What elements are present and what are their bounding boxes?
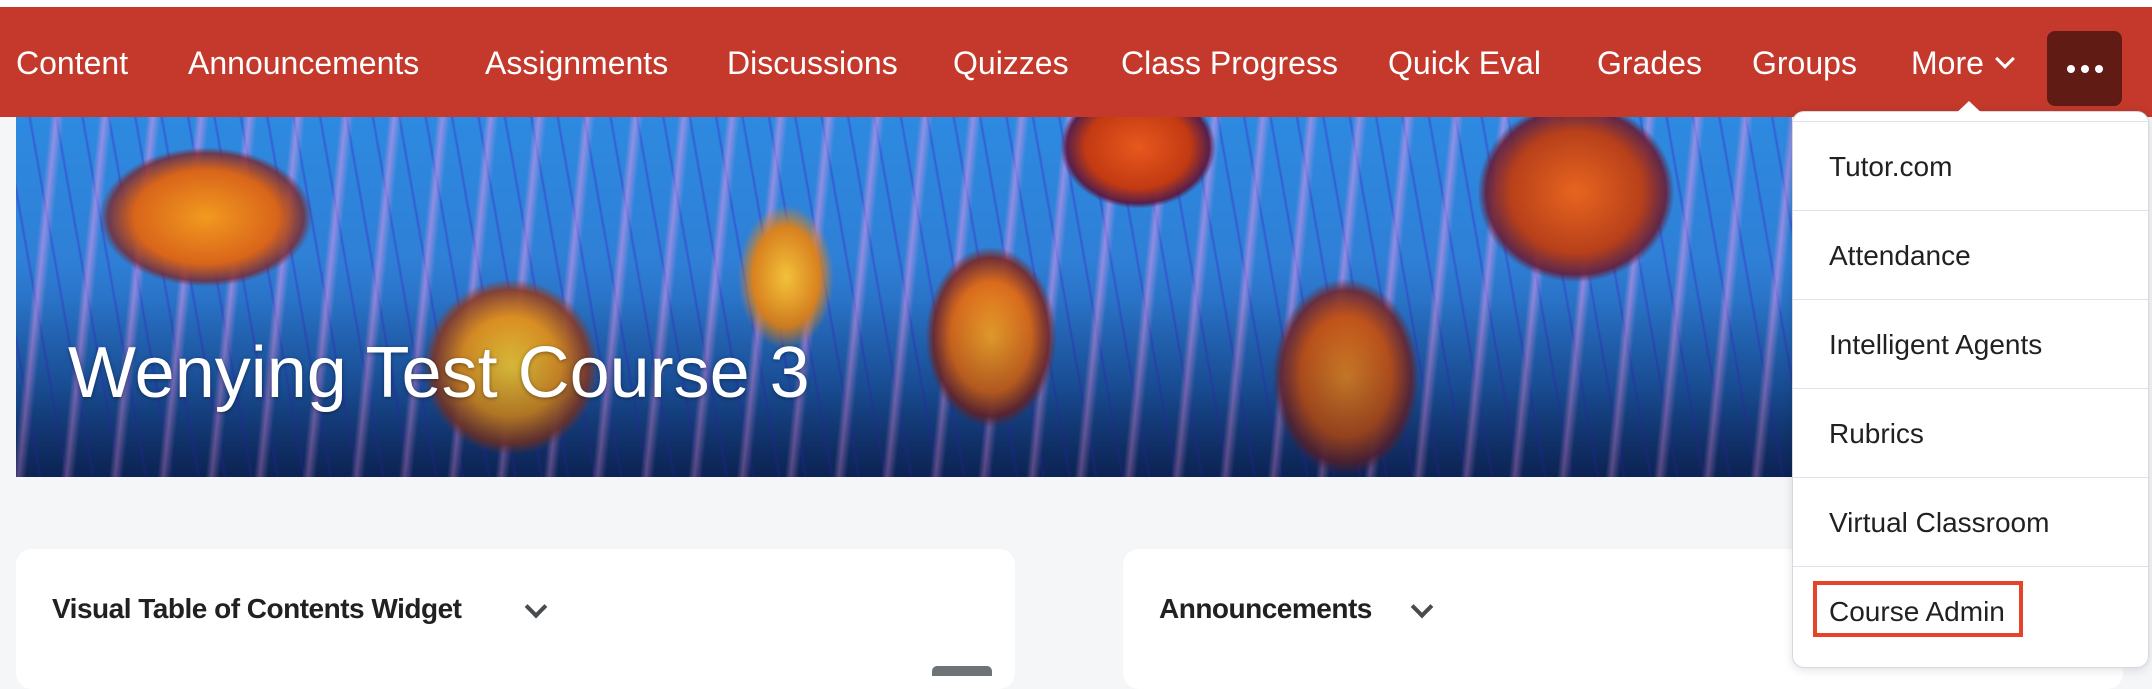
menu-list: Tutor.com Attendance Intelligent Agents … <box>1793 121 2148 656</box>
menu-item-tutor-com[interactable]: Tutor.com <box>1793 122 2148 211</box>
menu-item-course-admin[interactable]: Course Admin <box>1793 567 2148 656</box>
nav-announcements[interactable]: Announcements <box>188 7 419 117</box>
menu-item-label: Rubrics <box>1829 418 1924 449</box>
nav-groups[interactable]: Groups <box>1752 7 1857 117</box>
widget-action-button[interactable] <box>932 666 992 676</box>
chevron-down-icon <box>1995 49 2015 69</box>
ellipsis-dot-icon <box>2066 64 2075 73</box>
course-title: Wenying Test Course 3 <box>68 333 810 413</box>
course-banner-image: Wenying Test Course 3 <box>16 117 1792 477</box>
widget-title: Announcements <box>1159 593 1372 624</box>
nav-quizzes[interactable]: Quizzes <box>953 7 1069 117</box>
menu-item-label: Tutor.com <box>1829 151 1953 182</box>
more-dropdown-menu: Tutor.com Attendance Intelligent Agents … <box>1792 111 2149 668</box>
menu-item-label: Course Admin <box>1829 596 2005 627</box>
menu-item-attendance[interactable]: Attendance <box>1793 211 2148 300</box>
chevron-down-icon[interactable] <box>1410 595 1434 619</box>
nav-more-label: More <box>1911 45 1984 81</box>
course-navbar: Content Announcements Assignments Discus… <box>0 7 2152 117</box>
menu-item-rubrics[interactable]: Rubrics <box>1793 389 2148 478</box>
nav-content[interactable]: Content <box>16 7 128 117</box>
visual-toc-widget: Visual Table of Contents Widget <box>16 549 1015 689</box>
ellipsis-dot-icon <box>2094 64 2103 73</box>
ellipsis-dot-icon <box>2080 64 2089 73</box>
top-strip <box>0 0 2152 7</box>
nav-discussions[interactable]: Discussions <box>727 7 898 117</box>
menu-item-label: Virtual Classroom <box>1829 507 2050 538</box>
banner-shade <box>16 117 1792 477</box>
nav-grades[interactable]: Grades <box>1597 7 1702 117</box>
menu-item-label: Intelligent Agents <box>1829 329 2043 360</box>
menu-item-label: Attendance <box>1829 240 1971 271</box>
chevron-down-icon[interactable] <box>524 595 548 619</box>
menu-item-intelligent-agents[interactable]: Intelligent Agents <box>1793 300 2148 389</box>
menu-item-virtual-classroom[interactable]: Virtual Classroom <box>1793 478 2148 567</box>
nav-assignments[interactable]: Assignments <box>485 7 668 117</box>
nav-quick-eval[interactable]: Quick Eval <box>1388 7 1541 117</box>
dropdown-caret <box>1951 101 1987 118</box>
widget-title: Visual Table of Contents Widget <box>52 593 462 624</box>
overflow-menu-button[interactable] <box>2047 31 2122 106</box>
nav-class-progress[interactable]: Class Progress <box>1121 7 1338 117</box>
